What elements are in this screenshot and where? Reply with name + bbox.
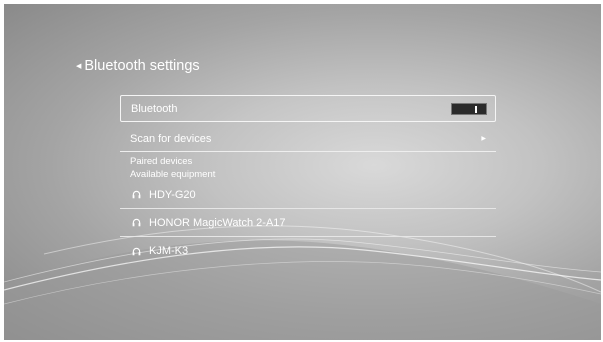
device-item[interactable]: HONOR MagicWatch 2-A17 (120, 209, 496, 237)
paired-devices-heading: Paired devices (130, 156, 193, 167)
tv-screen: ◀ Bluetooth settings Bluetooth Scan for … (4, 4, 601, 340)
headphones-icon (132, 218, 141, 227)
bluetooth-toggle[interactable] (451, 102, 487, 115)
scan-for-devices-row[interactable]: Scan for devices ▶ (120, 126, 496, 152)
device-name: HDY-G20 (149, 188, 196, 201)
page-header[interactable]: ◀ Bluetooth settings (76, 58, 200, 74)
scan-label: Scan for devices (130, 132, 212, 145)
device-item[interactable]: HDY-G20 (120, 181, 496, 209)
device-name: HONOR MagicWatch 2-A17 (149, 216, 286, 229)
device-item[interactable]: KJM-K3 (120, 237, 496, 265)
settings-panel: Bluetooth Scan for devices ▶ Paired devi… (120, 95, 496, 265)
bluetooth-label: Bluetooth (131, 102, 178, 115)
chevron-right-icon: ▶ (481, 136, 486, 142)
back-arrow-icon[interactable]: ◀ (76, 63, 81, 70)
available-equipment-heading: Available equipment (130, 169, 216, 180)
bluetooth-toggle-row[interactable]: Bluetooth (120, 95, 496, 122)
page-title: Bluetooth settings (84, 58, 200, 74)
headphones-icon (132, 190, 141, 199)
device-name: KJM-K3 (149, 245, 189, 257)
headphones-icon (132, 247, 141, 255)
toggle-knob (475, 105, 477, 113)
